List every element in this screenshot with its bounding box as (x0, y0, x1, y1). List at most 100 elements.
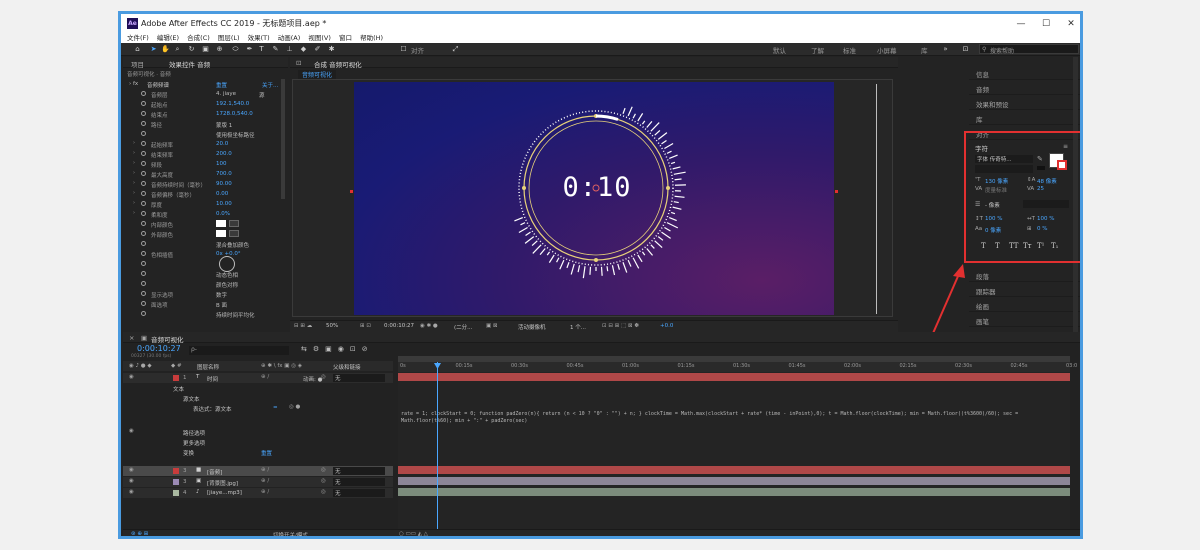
layer-name[interactable]: 文本 (173, 385, 184, 393)
property-value[interactable]: 蒙版 1 (216, 121, 232, 129)
right-panel-item[interactable]: 效果和预设 (969, 95, 1080, 110)
layer-handle-right[interactable] (835, 190, 838, 193)
effect-property-row[interactable]: › 音频偏移（毫秒） 0.00 (123, 189, 288, 199)
menu-composition[interactable]: 合成(C) (187, 34, 210, 43)
help-search-input[interactable]: ⚲ 搜索帮助 (979, 44, 1079, 55)
stopwatch-icon[interactable] (141, 181, 146, 186)
maximize-button[interactable]: ☐ (1036, 17, 1056, 31)
effect-property-row[interactable]: 显示选项 数字 (123, 289, 288, 299)
effect-property-row[interactable]: 持续时间平均化 (123, 309, 288, 319)
home-icon[interactable]: ⌂ (133, 45, 142, 54)
visibility-eye-icon[interactable]: ◉ (129, 489, 134, 495)
property-value[interactable]: 持续时间平均化 (216, 311, 255, 319)
effect-property-row[interactable]: 内部颜色 (123, 219, 288, 229)
tab-effect-controls[interactable]: 效果控件 音频 (169, 59, 210, 69)
stopwatch-icon[interactable] (141, 231, 146, 236)
effect-property-row[interactable]: 面选项 B 面 (123, 299, 288, 309)
stopwatch-icon[interactable] (141, 101, 146, 106)
stopwatch-icon[interactable] (141, 91, 146, 96)
layer-extra[interactable]: 动画: ● (303, 375, 322, 383)
workspace-learn[interactable]: 了解 (811, 45, 824, 55)
effect-property-row[interactable]: 外部颜色 (123, 229, 288, 239)
layer-switches-icon[interactable]: ⊕ / (261, 489, 269, 495)
property-extra[interactable]: 源 (259, 91, 265, 99)
tab-composition[interactable]: 合成 音频可视化 (314, 59, 362, 69)
effect-property-row[interactable]: 音频层 4. jiaye 源 (123, 89, 288, 99)
twirl-icon[interactable]: › (133, 140, 135, 146)
layer-name[interactable]: [jiaye...mp3] (207, 490, 242, 496)
property-value[interactable]: B 面 (216, 301, 227, 309)
layer-bar-mp3[interactable] (398, 488, 1070, 496)
parent-select[interactable]: 无 (333, 478, 385, 486)
twirl-icon[interactable]: › (133, 150, 135, 156)
stopwatch-icon[interactable] (141, 161, 146, 166)
effect-property-row[interactable]: 颜色对称 (123, 279, 288, 289)
zoom-select[interactable]: 50% (326, 323, 338, 329)
expression-controls-icon[interactable]: ◎ ● (289, 404, 300, 410)
effect-property-row[interactable]: › 最大高度 700.0 (123, 169, 288, 179)
parent-select[interactable]: 无 (333, 467, 385, 475)
layer-name[interactable]: 更多选项 (183, 439, 205, 447)
exposure-value[interactable]: +0.0 (660, 323, 673, 329)
stopwatch-icon[interactable] (141, 151, 146, 156)
pickwhip-icon[interactable]: ◎ (321, 467, 326, 473)
effect-property-row[interactable]: › 柔和度 0.0% (123, 209, 288, 219)
grid-icon[interactable]: ⊞ ⊡ (360, 323, 371, 329)
close-button[interactable]: ✕ (1061, 17, 1080, 31)
tab-timeline[interactable]: 音频可视化 (151, 334, 184, 344)
effect-property-row[interactable]: › 厚度 10.00 (123, 199, 288, 209)
right-panel-item[interactable]: 音频 (969, 80, 1080, 95)
property-value[interactable]: 颜色对称 (216, 281, 238, 289)
property-value[interactable]: 混合叠加颜色 (216, 241, 249, 249)
workspace-standard[interactable]: 标准 (843, 45, 856, 55)
effect-property-row[interactable]: › 起始频率 20.0 (123, 139, 288, 149)
layer-row[interactable]: ◉ 4 ♪ [jiaye...mp3] ⊕ / ◎ 无 (123, 488, 393, 498)
stopwatch-icon[interactable] (141, 311, 146, 316)
snap-options-icon[interactable]: ⤢ (451, 45, 460, 54)
stopwatch-icon[interactable] (141, 291, 146, 296)
property-value[interactable]: 0.0% (216, 211, 230, 217)
property-value[interactable]: 1728.0,540.0 (216, 111, 253, 117)
layer-name[interactable]: [背景图.jpg] (207, 479, 238, 487)
eyedropper-icon[interactable] (229, 220, 239, 227)
menu-view[interactable]: 视图(V) (308, 34, 331, 43)
layer-name-header[interactable]: 图层名称 (197, 363, 219, 371)
pickwhip-icon[interactable]: ◎ (321, 489, 326, 495)
twirl-icon[interactable]: › (133, 200, 135, 206)
expression-text[interactable]: rate = 1; clockStart = 0; function padZe… (401, 411, 1061, 425)
effect-property-row[interactable]: › 音频持续时间（毫秒） 90.00 (123, 179, 288, 189)
stamp-tool-icon[interactable]: ⊥ (285, 45, 294, 54)
right-panel-item[interactable]: 画笔 (969, 312, 1080, 327)
parent-header[interactable]: 父级和链接 (333, 363, 361, 371)
layer-name[interactable]: 变换 (183, 449, 194, 457)
track-area[interactable] (398, 372, 1070, 532)
effect-property-row[interactable]: › 频段 100 (123, 159, 288, 169)
visibility-eye-icon[interactable]: ◉ (129, 467, 134, 473)
layer-color-label[interactable] (173, 468, 179, 474)
layer-switches-icon[interactable]: ⊕ / (261, 467, 269, 473)
effect-property-row[interactable]: › 结束频率 200.0 (123, 149, 288, 159)
right-panel-item[interactable]: 跟踪器 (969, 282, 1080, 297)
layer-handle-left[interactable] (350, 190, 353, 193)
brush-tool-icon[interactable]: ✎ (271, 45, 280, 54)
layer-search-input[interactable]: ρ- (189, 346, 289, 355)
twirl-icon[interactable]: › (133, 160, 135, 166)
visibility-eye-icon[interactable]: ◉ (129, 478, 134, 484)
layer-name[interactable]: 时间 (207, 375, 218, 383)
property-value[interactable]: 90.00 (216, 181, 232, 187)
layer-row[interactable]: 变换 重置 (123, 447, 393, 457)
close-tab-icon[interactable]: × (129, 334, 134, 342)
views-select[interactable]: 1 个... (570, 323, 586, 331)
layer-switches-icon[interactable]: ⊕ / (261, 478, 269, 484)
stopwatch-icon[interactable] (141, 281, 146, 286)
stopwatch-icon[interactable] (141, 301, 146, 306)
current-time[interactable]: 0:00:10:27 (384, 323, 414, 329)
layer-color-label[interactable] (173, 479, 179, 485)
property-value[interactable]: 动态色相 (216, 271, 238, 279)
property-value[interactable]: 192.1,540.0 (216, 101, 249, 107)
layer-row[interactable]: 文本 (123, 383, 393, 393)
layer-color-label[interactable] (173, 490, 179, 496)
twirl-icon[interactable]: › (133, 180, 135, 186)
workspace-default[interactable]: 默认 (773, 45, 786, 55)
sync-settings-icon[interactable]: ⊡ (961, 45, 970, 54)
